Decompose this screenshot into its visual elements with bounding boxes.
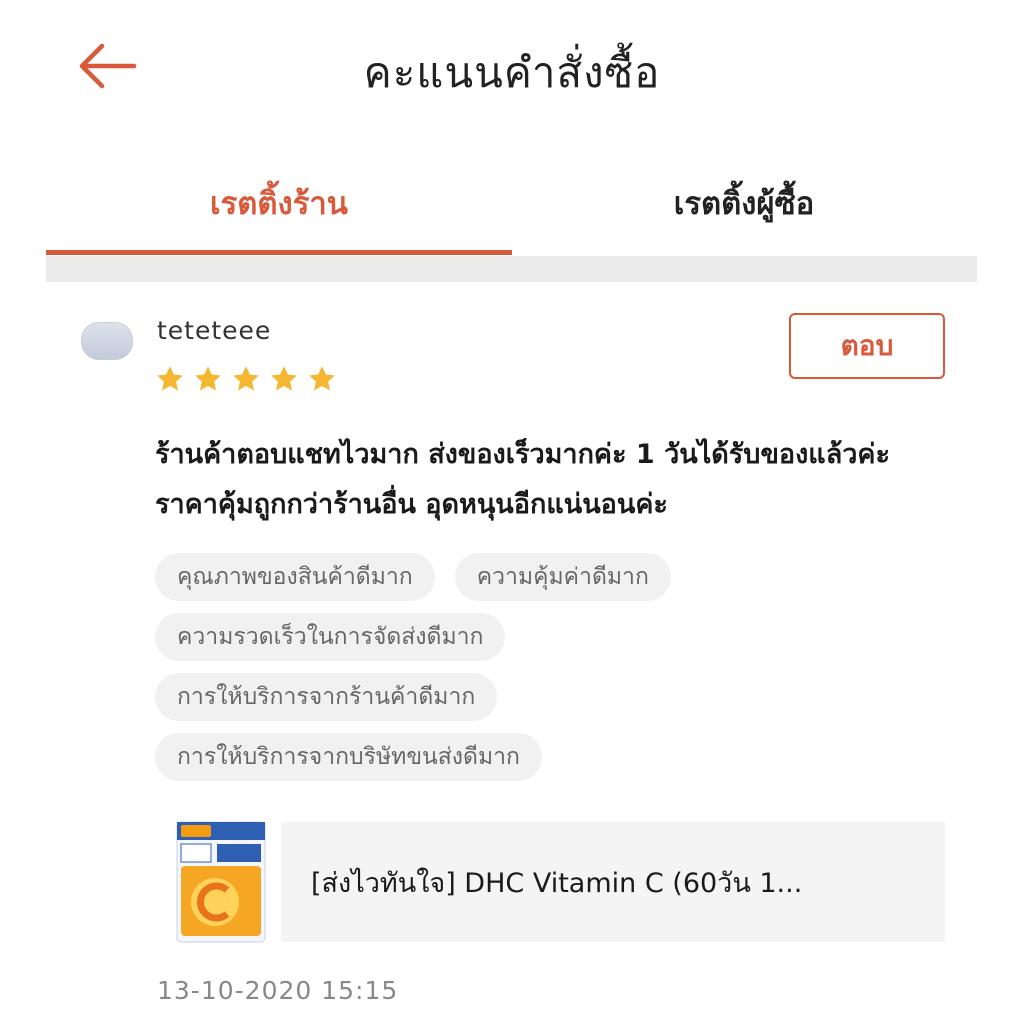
review-text: ร้านค้าตอบแชทไวมาก ส่งของเร็วมากค่ะ 1 วั… xyxy=(155,439,890,520)
product-card[interactable]: [ส่งไวทันใจ] DHC Vitamin C (60วัน 1... xyxy=(175,820,945,944)
avatar[interactable] xyxy=(81,322,133,360)
review-tag: ความรวดเร็วในการจัดส่งดีมาก xyxy=(155,613,506,661)
review-tag: ความคุ้มค่าดีมาก xyxy=(454,553,671,601)
reviewer-username: teteteee xyxy=(157,316,272,345)
star-icon xyxy=(309,366,335,391)
review-tag: คุณภาพของสินค้าดีมาก xyxy=(155,553,435,601)
star-icon xyxy=(233,366,259,391)
reply-button[interactable]: ตอบ xyxy=(789,313,945,379)
star-icon xyxy=(157,366,183,391)
page-title: คะแนนคำสั่งซื้อ xyxy=(363,48,661,97)
review-tag: การให้บริการจากบริษัทขนส่งดีมาก xyxy=(155,733,542,781)
section-divider xyxy=(46,256,977,282)
review-timestamp: 13-10-2020 15:15 xyxy=(157,976,399,1005)
header-bar: คะแนนคำสั่งซื้อ xyxy=(0,0,1024,130)
product-name-box[interactable]: [ส่งไวทันใจ] DHC Vitamin C (60วัน 1... xyxy=(281,822,945,942)
tab-shop-rating[interactable]: เรตติ้งร้าน xyxy=(46,150,512,256)
star-icon xyxy=(195,366,221,391)
product-thumbnail xyxy=(176,821,266,943)
review-tag: การให้บริการจากร้านค้าดีมาก xyxy=(155,673,498,721)
active-tab-indicator xyxy=(46,250,512,255)
star-rating xyxy=(155,364,337,394)
review-tags: คุณภาพของสินค้าดีมาก ความคุ้มค่าดีมาก คว… xyxy=(155,553,915,793)
tab-buyer-rating[interactable]: เรตติ้งผู้ซื้อ xyxy=(511,150,977,256)
tab-bar: เรตติ้งร้าน เรตติ้งผู้ซื้อ xyxy=(46,150,977,260)
star-icon xyxy=(271,366,297,391)
product-name: [ส่งไวทันใจ] DHC Vitamin C (60วัน 1... xyxy=(311,867,803,899)
